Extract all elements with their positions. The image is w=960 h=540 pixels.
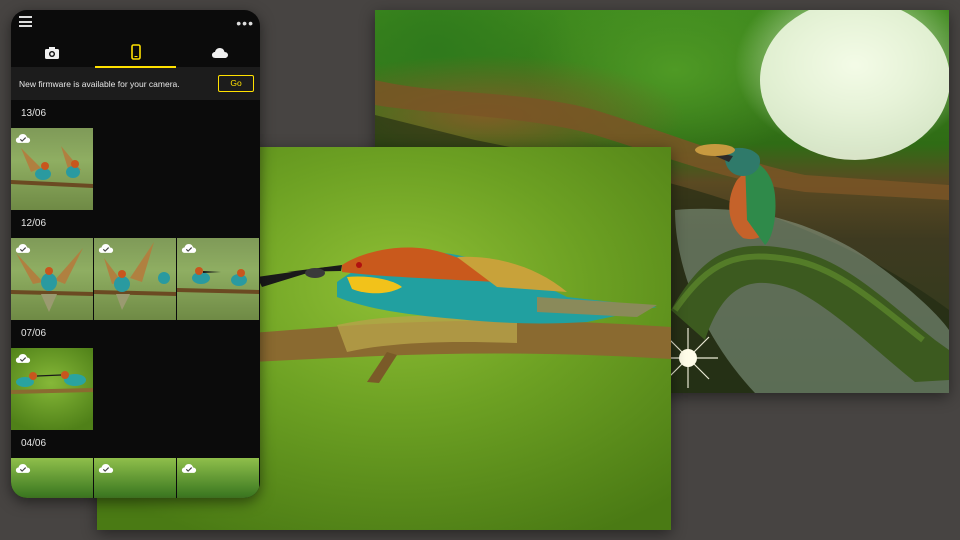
photo-thumbnail[interactable] bbox=[94, 238, 176, 320]
cloud-check-icon bbox=[98, 464, 114, 473]
cloud-check-icon bbox=[15, 354, 31, 363]
thumbnail-row bbox=[11, 348, 260, 430]
more-options-icon[interactable]: ••• bbox=[236, 16, 254, 30]
photo-thumbnail[interactable] bbox=[94, 458, 176, 498]
tab-camera[interactable] bbox=[11, 38, 92, 68]
photo-thumbnail[interactable] bbox=[11, 458, 93, 498]
photo-thumbnail[interactable] bbox=[11, 348, 93, 430]
tab-cloud[interactable] bbox=[179, 38, 260, 68]
thumbnail-row bbox=[11, 128, 260, 210]
cloud-check-icon bbox=[15, 464, 31, 473]
tab-bar bbox=[11, 38, 260, 68]
top-bar: ••• bbox=[11, 10, 260, 38]
camera-icon bbox=[44, 47, 59, 59]
cloud-check-icon bbox=[15, 134, 31, 143]
date-header: 07/06 bbox=[21, 328, 47, 339]
phone-app: ••• New firmware is available for your c… bbox=[11, 10, 260, 498]
cloud-check-icon bbox=[15, 244, 31, 253]
go-button[interactable]: Go bbox=[218, 75, 254, 92]
photo-thumbnail[interactable] bbox=[177, 238, 259, 320]
date-header: 04/06 bbox=[21, 438, 47, 449]
thumbnail-row bbox=[11, 458, 260, 498]
photo-thumbnail[interactable] bbox=[11, 238, 93, 320]
phone-icon bbox=[130, 44, 141, 60]
cloud-check-icon bbox=[181, 244, 197, 253]
tab-phone[interactable] bbox=[95, 38, 176, 68]
hamburger-menu-icon[interactable] bbox=[19, 16, 32, 27]
right-bee-eater bbox=[287, 247, 657, 324]
cloud-icon bbox=[211, 48, 228, 58]
photo-thumbnail[interactable] bbox=[177, 458, 259, 498]
firmware-banner: New firmware is available for your camer… bbox=[11, 67, 260, 100]
cloud-check-icon bbox=[98, 244, 114, 253]
cloud-check-icon bbox=[181, 464, 197, 473]
firmware-message: New firmware is available for your camer… bbox=[19, 78, 180, 89]
date-header: 12/06 bbox=[21, 218, 47, 229]
photo-thumbnail[interactable] bbox=[11, 128, 93, 210]
thumbnail-row bbox=[11, 238, 260, 320]
date-header: 13/06 bbox=[21, 108, 47, 119]
